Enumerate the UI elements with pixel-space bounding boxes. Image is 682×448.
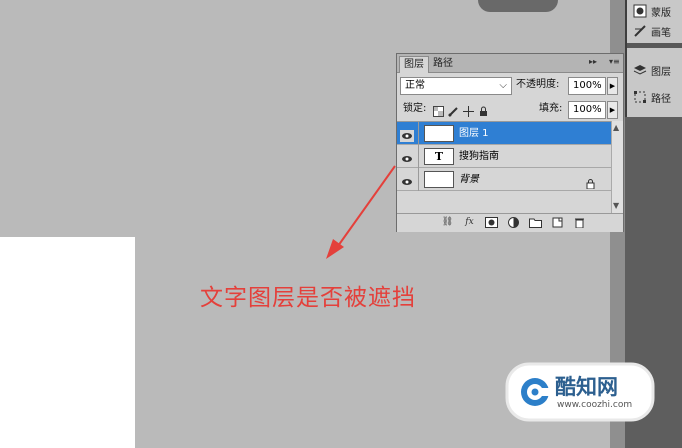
watermark-url: www.coozhi.com xyxy=(557,400,633,410)
watermark-logo: 酷知网 www.coozhi.com xyxy=(505,361,655,423)
watermark-brand: 酷知网 xyxy=(555,375,618,399)
annotation-text: 文字图层是否被遮挡 xyxy=(200,285,416,311)
